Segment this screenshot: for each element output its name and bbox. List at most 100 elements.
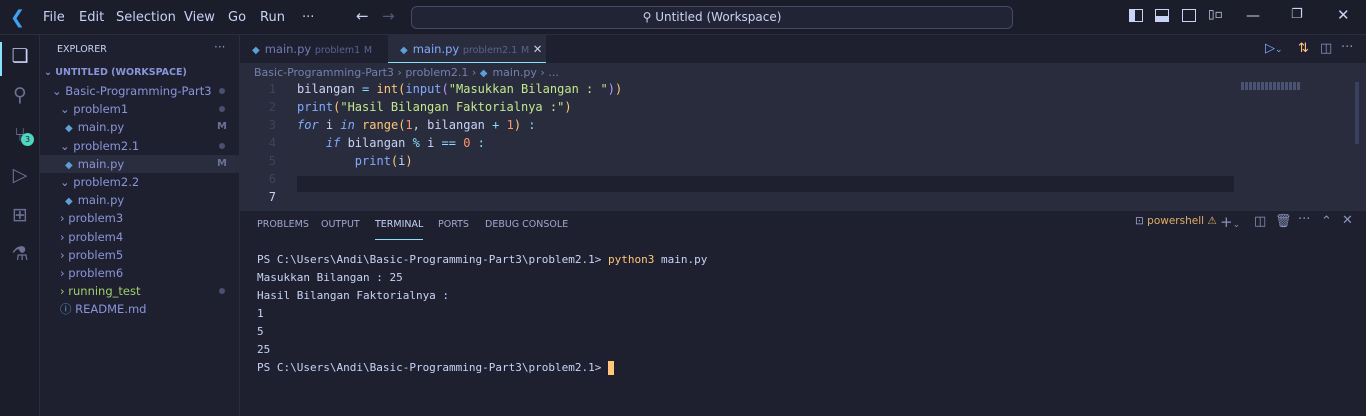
customize-layout-icon[interactable]: ▯▫ bbox=[1208, 7, 1223, 21]
split-terminal-icon[interactable]: ◫ bbox=[1254, 214, 1266, 229]
tree-item[interactable]: ⌄ Basic-Programming-Part3 bbox=[40, 82, 239, 100]
back-icon[interactable]: ← bbox=[356, 7, 369, 25]
chevron-right-icon: › bbox=[60, 247, 65, 262]
search-icon[interactable]: ⚲ bbox=[8, 83, 32, 107]
vscode-logo-icon: ❮ bbox=[10, 7, 26, 28]
run-python-icon[interactable]: ▷⌄ bbox=[1265, 41, 1283, 56]
code-line[interactable]: 5 print(i) bbox=[240, 152, 413, 170]
tree-item[interactable]: › problem4 bbox=[40, 228, 239, 246]
toggle-panel-icon[interactable] bbox=[1155, 9, 1169, 22]
tree-item-label: main.py bbox=[77, 120, 125, 135]
trash-icon[interactable]: 🗑 bbox=[1275, 214, 1292, 229]
line-number: 6 bbox=[268, 172, 276, 186]
new-terminal-icon[interactable]: +⌄ bbox=[1220, 213, 1240, 231]
forward-icon[interactable]: → bbox=[382, 7, 395, 25]
restore-icon[interactable]: ❐ bbox=[1291, 7, 1303, 22]
code-line[interactable]: 4 if bilangan % i == 0 : bbox=[240, 134, 485, 152]
tree-item[interactable]: ◆ main.py M bbox=[40, 118, 239, 136]
maximize-panel-icon[interactable]: ⌃ bbox=[1321, 214, 1332, 229]
tree-item[interactable]: › problem5 bbox=[40, 246, 239, 264]
tab-output[interactable]: OUTPUT bbox=[321, 218, 360, 240]
code-line[interactable]: 3 for i in range(1, bilangan + 1) : bbox=[240, 116, 536, 134]
tab-bar: ◆ main.py problem1 M ◆ main.py problem2.1 … bbox=[240, 35, 1366, 63]
python-icon: ◆ bbox=[65, 159, 73, 171]
activity-bar: ❏ ⚲ ⑂ 3 ▷ ⊞ ⚗ bbox=[0, 35, 40, 416]
code-line[interactable]: 2 print("Hasil Bilangan Faktorialnya :") bbox=[240, 98, 572, 116]
menu-go[interactable]: Go bbox=[228, 10, 246, 25]
git-status-badge: M bbox=[217, 157, 227, 169]
tree-item-label: README.md bbox=[75, 302, 147, 317]
terminal-shell-selector[interactable]: ⊡ powershell ⚠ bbox=[1135, 215, 1217, 227]
toggle-secondary-sidebar-icon[interactable] bbox=[1182, 9, 1196, 22]
python-icon: ◆ bbox=[65, 123, 73, 135]
breadcrumb-item[interactable]: problem2.1 bbox=[405, 66, 468, 79]
tree-item[interactable]: ⌄ problem2.2 bbox=[40, 173, 239, 191]
tree-item[interactable]: › problem6 bbox=[40, 264, 239, 282]
tree-item[interactable]: ◆ main.py M bbox=[40, 154, 239, 173]
explorer-icon[interactable]: ❏ bbox=[8, 44, 32, 68]
run-debug-icon[interactable]: ▷ bbox=[8, 163, 32, 187]
tab-debug-console[interactable]: DEBUG CONSOLE bbox=[485, 218, 568, 240]
menu-[interactable]: ··· bbox=[302, 10, 314, 25]
python-icon: ◆ bbox=[400, 45, 408, 56]
tree-item-label: problem2.2 bbox=[73, 175, 140, 189]
terminal-output-line: Hasil Bilangan Faktorialnya : bbox=[257, 289, 450, 302]
tree-item-label: problem2.1 bbox=[73, 138, 140, 153]
tree-item-label: main.py bbox=[77, 156, 125, 171]
minimize-icon[interactable]: — bbox=[1246, 8, 1260, 24]
close-tab-icon[interactable]: ✕ bbox=[533, 42, 543, 56]
tab-main-py-problem1[interactable]: ◆ main.py problem1 M bbox=[240, 35, 388, 63]
minimap[interactable] bbox=[1241, 82, 1301, 90]
terminal-output-line: Masukkan Bilangan : 25 bbox=[257, 271, 403, 284]
breadcrumb-item[interactable]: main.py bbox=[492, 66, 536, 79]
tab-ports[interactable]: PORTS bbox=[438, 218, 469, 240]
tree-item[interactable]: ⌄ problem2.1 bbox=[40, 137, 239, 155]
close-window-icon[interactable]: ✕ bbox=[1337, 6, 1350, 24]
code-line[interactable]: 6 bbox=[240, 170, 297, 188]
tab-terminal[interactable]: TERMINAL bbox=[375, 218, 424, 240]
breadcrumb-item[interactable]: ... bbox=[548, 66, 559, 79]
modified-dot bbox=[219, 288, 225, 295]
menu-view[interactable]: View bbox=[184, 10, 215, 25]
tree-item[interactable]: › running_test bbox=[40, 282, 239, 300]
tree-item-label: problem4 bbox=[68, 229, 124, 244]
source-control-icon[interactable]: ⑂ 3 bbox=[8, 123, 34, 147]
terminal-output-line: 1 bbox=[257, 307, 264, 320]
tab-main-py-problem2-1[interactable]: ◆ main.py problem2.1 M ✕ bbox=[388, 35, 546, 63]
menu-edit[interactable]: Edit bbox=[79, 10, 104, 25]
python-icon: ◆ bbox=[65, 196, 73, 208]
active-indicator bbox=[0, 42, 2, 76]
tree-item[interactable]: ⓘ README.md bbox=[40, 300, 239, 318]
chevron-right-icon: › bbox=[60, 284, 65, 299]
testing-icon[interactable]: ⚗ bbox=[8, 242, 32, 266]
tree-item-label: problem3 bbox=[68, 211, 124, 226]
line-number: 1 bbox=[268, 82, 276, 96]
tree-item[interactable]: › problem3 bbox=[40, 209, 239, 227]
menu-run[interactable]: Run bbox=[260, 10, 285, 25]
tree-item[interactable]: ◆ main.py bbox=[40, 191, 239, 209]
menu-file[interactable]: File bbox=[43, 10, 65, 25]
workspace-header[interactable]: ⌄ UNTITLED (WORKSPACE) bbox=[40, 64, 239, 82]
command-center-search[interactable]: ⚲ Untitled (Workspace) bbox=[411, 6, 1013, 29]
tab-problems[interactable]: PROBLEMS bbox=[257, 218, 309, 240]
explorer-title: EXPLORER bbox=[57, 44, 107, 55]
tree-item-label: problem6 bbox=[68, 266, 124, 280]
more-actions-icon[interactable]: ··· bbox=[1341, 40, 1353, 55]
scm-badge: 3 bbox=[21, 133, 34, 146]
code-line[interactable]: 7 bbox=[240, 188, 297, 206]
more-actions-icon[interactable]: ··· bbox=[1298, 212, 1310, 227]
code-line[interactable]: 1 bilangan = int(input("Masukkan Bilangan… bbox=[240, 80, 622, 98]
menu-selection[interactable]: Selection bbox=[116, 10, 176, 25]
tree-item[interactable]: ⌄ problem1 bbox=[40, 100, 239, 118]
explorer-sidebar: EXPLORER ··· ⌄ UNTITLED (WORKSPACE) ⌄ Ba… bbox=[40, 35, 240, 416]
scrollbar[interactable] bbox=[1355, 82, 1359, 144]
more-actions-icon[interactable]: ··· bbox=[214, 40, 225, 54]
breadcrumb-item[interactable]: Basic-Programming-Part3 bbox=[254, 66, 394, 79]
extensions-icon[interactable]: ⊞ bbox=[8, 203, 32, 227]
close-panel-icon[interactable]: ✕ bbox=[1342, 213, 1353, 228]
toggle-sidebar-icon[interactable] bbox=[1129, 9, 1143, 22]
compare-changes-icon[interactable]: ⇅ bbox=[1298, 41, 1309, 56]
terminal-cursor bbox=[608, 361, 614, 375]
split-editor-icon[interactable]: ◫ bbox=[1320, 41, 1332, 56]
tree-item-label: problem5 bbox=[68, 247, 124, 262]
